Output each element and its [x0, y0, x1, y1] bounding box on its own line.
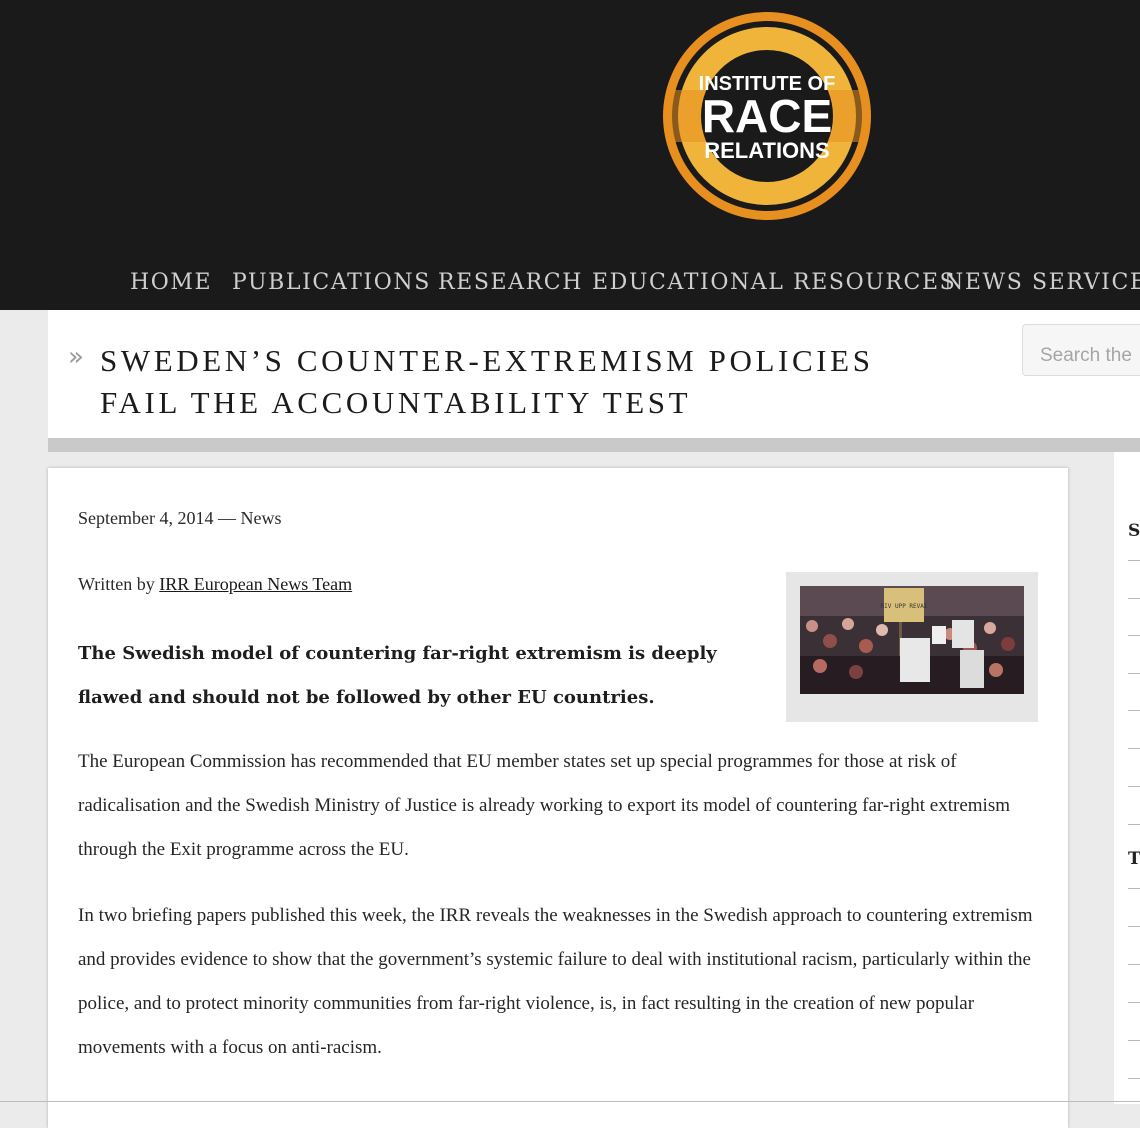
sidebar-divider: [1128, 1002, 1140, 1003]
sidebar-divider: [1128, 673, 1140, 674]
sidebar-divider: [1128, 710, 1140, 711]
author-link[interactable]: IRR European News Team: [159, 574, 352, 594]
page-title-line-2: FAIL THE ACCOUNTABILITY TEST: [100, 385, 692, 420]
nav-home[interactable]: HOME: [130, 266, 212, 300]
title-divider: [48, 438, 1140, 452]
protest-photo[interactable]: RIV UPP REVAI: [800, 586, 1024, 694]
logo-line-2: RACE: [702, 90, 832, 142]
sidebar-divider: [1128, 1040, 1140, 1041]
meta-separator: —: [213, 508, 241, 528]
post-date: September 4, 2014: [78, 508, 214, 528]
post-meta: September 4, 2014 — News: [78, 508, 281, 529]
protest-sign-text: RIV UPP REVAI: [881, 603, 928, 610]
sidebar: [1114, 452, 1140, 1104]
article-image-frame: RIV UPP REVAI: [786, 572, 1038, 722]
article-card: September 4, 2014 — News Written by IRR …: [48, 468, 1068, 1128]
byline-prefix: Written by: [78, 574, 160, 594]
article-paragraph: In two briefing papers published this we…: [78, 894, 1038, 1070]
site-logo[interactable]: INSTITUTE OF RACE RELATIONS: [660, 10, 874, 222]
sidebar-divider: [1128, 888, 1140, 889]
nav-research[interactable]: RESEARCH: [438, 266, 583, 300]
post-category-link[interactable]: News: [240, 508, 281, 528]
nav-educational-resources[interactable]: EDUCATIONAL RESOURCES: [592, 266, 956, 300]
window-bottom-border: [0, 1101, 1140, 1102]
paragraph-text: The European Commission has recommended …: [78, 751, 1010, 860]
sidebar-divider: [1128, 824, 1140, 825]
sidebar-divider: [1128, 560, 1140, 561]
sidebar-divider: [1128, 748, 1140, 749]
sidebar-heading: T: [1128, 849, 1140, 869]
article-paragraph: The European Commission has recommended …: [78, 740, 1038, 872]
logo-line-3: RELATIONS: [704, 138, 829, 163]
sidebar-heading: S: [1128, 521, 1140, 541]
page-title-line-1: SWEDEN’S COUNTER-EXTREMISM POLICIES: [100, 343, 874, 378]
sidebar-divider: [1128, 926, 1140, 927]
sidebar-divider: [1128, 964, 1140, 965]
article-lede: The Swedish model of countering far-righ…: [78, 643, 717, 708]
double-chevron-icon: »: [68, 342, 84, 372]
sidebar-divider: [1128, 1078, 1140, 1079]
main-nav: HOME PUBLICATIONS RESEARCH EDUCATIONAL R…: [0, 266, 1140, 300]
sidebar-divider: [1128, 598, 1140, 599]
sidebar-divider: [1128, 786, 1140, 787]
nav-publications[interactable]: PUBLICATIONS: [232, 266, 431, 300]
page-title: SWEDEN’S COUNTER-EXTREMISM POLICIES FAIL…: [100, 340, 960, 424]
search-input[interactable]: [1022, 324, 1140, 376]
sidebar-divider: [1128, 635, 1140, 636]
nav-news-service[interactable]: NEWS SERVICE: [944, 266, 1140, 300]
byline: Written by IRR European News Team: [78, 574, 352, 595]
paragraph-text: In two briefing papers published this we…: [78, 905, 1033, 1058]
site-header: INSTITUTE OF RACE RELATIONS HOME PUBLICA…: [0, 0, 1140, 310]
